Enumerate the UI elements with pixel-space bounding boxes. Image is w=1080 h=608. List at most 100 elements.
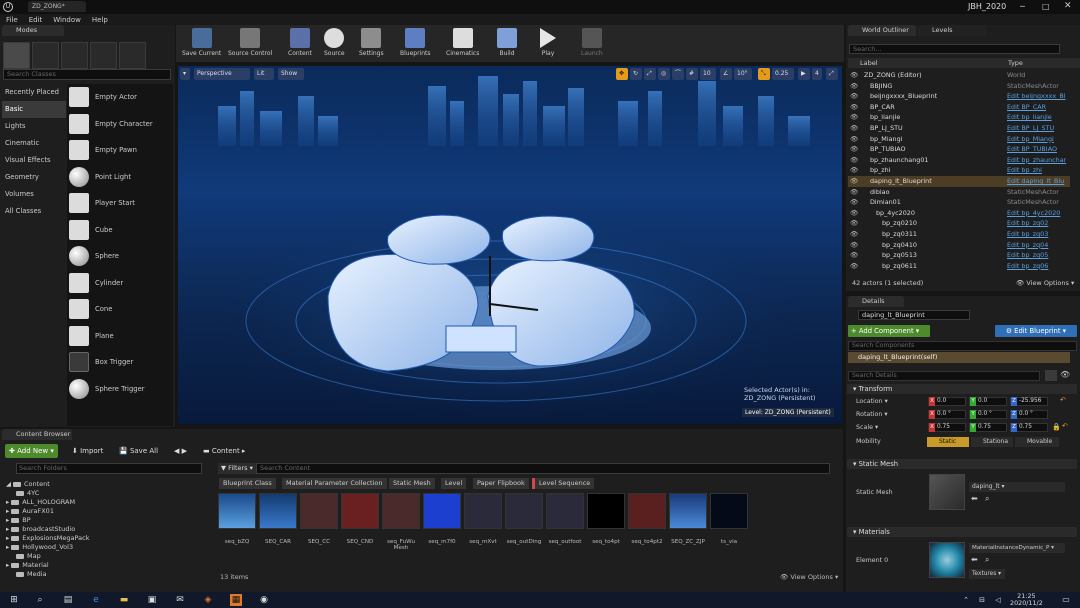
outliner-row[interactable]: 👁 bp_zq0513 Edit bp_zq05	[848, 250, 1070, 261]
folder-item[interactable]: ▸ Material	[6, 561, 204, 570]
world-space-icon[interactable]: ◎	[658, 68, 670, 80]
menu-file[interactable]: File	[6, 16, 18, 24]
rotation-snap-value[interactable]: 10°	[734, 68, 752, 80]
category-cinematic[interactable]: Cinematic	[2, 135, 66, 152]
paint-mode-icon[interactable]	[32, 41, 59, 69]
use-selected-icon[interactable]: ⬅	[971, 494, 978, 503]
reset-scale-icon[interactable]: ↶	[1062, 422, 1068, 430]
place-mode-icon[interactable]	[3, 41, 30, 69]
mail-icon[interactable]: ✉	[174, 594, 186, 606]
show-button[interactable]: Show	[278, 68, 304, 80]
edit-blueprint-link[interactable]: Edit bp_lianjie	[1007, 112, 1071, 123]
place-plane[interactable]: Plane	[67, 323, 173, 350]
blueprints-button[interactable]: Blueprints	[400, 28, 431, 57]
type-column-header[interactable]: Type	[1008, 59, 1023, 67]
document-tab[interactable]: ZD_ZONG*	[28, 1, 86, 12]
app-icon[interactable]: ◈	[202, 594, 214, 606]
outliner-row[interactable]: 👁 bp_zq0410 Edit bp_zq04	[848, 240, 1070, 251]
visibility-eye-icon[interactable]: 👁	[850, 81, 858, 92]
static-mesh-section-header[interactable]: ▾ Static Mesh	[847, 459, 1077, 469]
asset-tile[interactable]: seq_FuWu Mesh	[382, 493, 420, 551]
content-browser-tab[interactable]: Content Browser	[2, 429, 72, 440]
outliner-row[interactable]: 👁 bp_Miangi Edit bp_Miangi	[848, 134, 1070, 145]
content-button[interactable]: Content	[288, 28, 312, 57]
label-column-header[interactable]: Label	[860, 59, 878, 67]
menu-window[interactable]: Window	[53, 16, 81, 24]
chip-level-sequence[interactable]: Level Sequence	[532, 478, 595, 489]
tray-chevron-icon[interactable]: ⌃	[960, 594, 972, 606]
notification-icon[interactable]: ▭	[1060, 594, 1072, 606]
browse-material-icon[interactable]: ⌕	[985, 555, 989, 565]
visibility-eye-icon[interactable]: 👁	[850, 208, 858, 219]
place-empty-character[interactable]: Empty Character	[67, 111, 173, 138]
asset-tile[interactable]: seq_outfoot	[546, 493, 584, 551]
edge-browser-icon[interactable]: e	[90, 594, 102, 606]
outliner-row[interactable]: 👁 BP_TUBIAO Edit BP_TUBIAO	[848, 144, 1070, 155]
place-box-trigger[interactable]: Box Trigger	[67, 349, 173, 376]
static-mesh-thumbnail[interactable]	[929, 474, 965, 510]
scale-snap-icon[interactable]: ⤡	[758, 68, 770, 80]
asset-tile[interactable]: seq_bZQ	[218, 493, 256, 551]
place-cube[interactable]: Cube	[67, 217, 173, 244]
active-app-icon[interactable]: ▦	[230, 594, 242, 606]
folder-item[interactable]: ◢ Content	[6, 480, 204, 489]
place-sphere-trigger[interactable]: Sphere Trigger	[67, 376, 173, 403]
material-thumbnail[interactable]	[929, 542, 965, 578]
location-y-field[interactable]: Y 0.0	[969, 397, 1007, 406]
unreal-taskbar-icon[interactable]: ◉	[258, 594, 270, 606]
visibility-eye-icon[interactable]: 👁	[850, 229, 858, 240]
mobility-static[interactable]: Static	[927, 437, 969, 447]
store-icon[interactable]: ▣	[146, 594, 158, 606]
volume-icon[interactable]: ◁	[992, 594, 1004, 606]
scale-z-field[interactable]: Z 0.75	[1010, 423, 1048, 432]
asset-tile[interactable]: SEQ_ZC_ZJP	[669, 493, 707, 551]
minimize-icon[interactable]: ─	[1020, 2, 1025, 11]
modes-tab[interactable]: Modes	[2, 25, 64, 36]
category-volumes[interactable]: Volumes	[2, 186, 66, 203]
asset-tile[interactable]: seq_to4pt2	[628, 493, 666, 551]
search-classes-input[interactable]: Search Classes	[3, 69, 171, 80]
history-back-forward[interactable]: ◀ ▶	[170, 444, 191, 458]
outliner-row[interactable]: 👁 Dimian01 StaticMeshActor	[848, 197, 1070, 208]
geometry-mode-icon[interactable]	[119, 41, 146, 69]
category-basic[interactable]: Basic	[2, 101, 66, 118]
visibility-eye-icon[interactable]: 👁	[850, 70, 858, 81]
asset-tile[interactable]: seq_to4pt	[587, 493, 625, 551]
category-visual-effects[interactable]: Visual Effects	[2, 152, 66, 169]
edit-blueprint-link[interactable]: Edit bp_zhaunchar	[1007, 155, 1071, 166]
task-view-icon[interactable]: ▤	[62, 594, 74, 606]
landscape-mode-icon[interactable]	[61, 41, 88, 69]
chip-paper-flipbook[interactable]: Paper Flipbook	[473, 478, 529, 489]
outliner-row[interactable]: 👁 dibiao StaticMeshActor	[848, 187, 1070, 198]
visibility-eye-icon[interactable]: 👁	[850, 134, 858, 145]
folder-item[interactable]: ▸ Hollywood_Vol3	[6, 543, 204, 552]
outliner-row[interactable]: 👁 bp_zhaunchang01 Edit bp_zhaunchar	[848, 155, 1070, 166]
maximize-viewport-icon[interactable]: ⤢	[826, 68, 838, 80]
outliner-row[interactable]: 👁 bp_zq0611 Edit bp_zq06	[848, 261, 1070, 272]
place-sphere[interactable]: Sphere	[67, 243, 173, 270]
asset-tile[interactable]: ts_via	[710, 493, 748, 551]
save-current-button[interactable]: Save Current	[182, 28, 221, 57]
lock-scale-icon[interactable]: 🔒	[1052, 423, 1061, 431]
visibility-eye-icon[interactable]: 👁	[850, 123, 858, 134]
camera-speed-icon[interactable]: ▶	[798, 68, 810, 80]
edit-blueprint-link[interactable]: Edit BP_CAR	[1007, 102, 1071, 113]
add-component-button[interactable]: + Add Component ▾	[848, 325, 930, 337]
close-icon[interactable]: ✕	[1064, 1, 1072, 11]
edit-blueprint-link[interactable]: Edit beijngxxxx_Bl	[1007, 91, 1071, 102]
visibility-eye-icon[interactable]: 👁	[850, 91, 858, 102]
settings-button[interactable]: Settings	[359, 28, 384, 57]
visibility-eye-icon[interactable]: 👁	[850, 165, 858, 176]
outliner-row[interactable]: 👁 bp_zq0311 Edit bp_zq03	[848, 229, 1070, 240]
tab-world-outliner[interactable]: World Outliner	[848, 25, 916, 36]
folder-item[interactable]: ▸ broadcastStudio	[6, 525, 204, 534]
place-cone[interactable]: Cone	[67, 296, 173, 323]
visibility-eye-icon[interactable]: 👁	[850, 261, 858, 272]
folder-item[interactable]: Map	[6, 552, 204, 561]
static-mesh-dropdown[interactable]: daping_lt ▾	[969, 482, 1065, 492]
build-button[interactable]: Build	[497, 28, 517, 57]
edit-blueprint-link[interactable]: Edit bp_zq04	[1007, 240, 1071, 251]
mobility-movable[interactable]: Movable	[1015, 437, 1059, 447]
maximize-icon[interactable]: □	[1042, 2, 1050, 11]
browse-asset-icon[interactable]: ⌕	[985, 494, 989, 504]
